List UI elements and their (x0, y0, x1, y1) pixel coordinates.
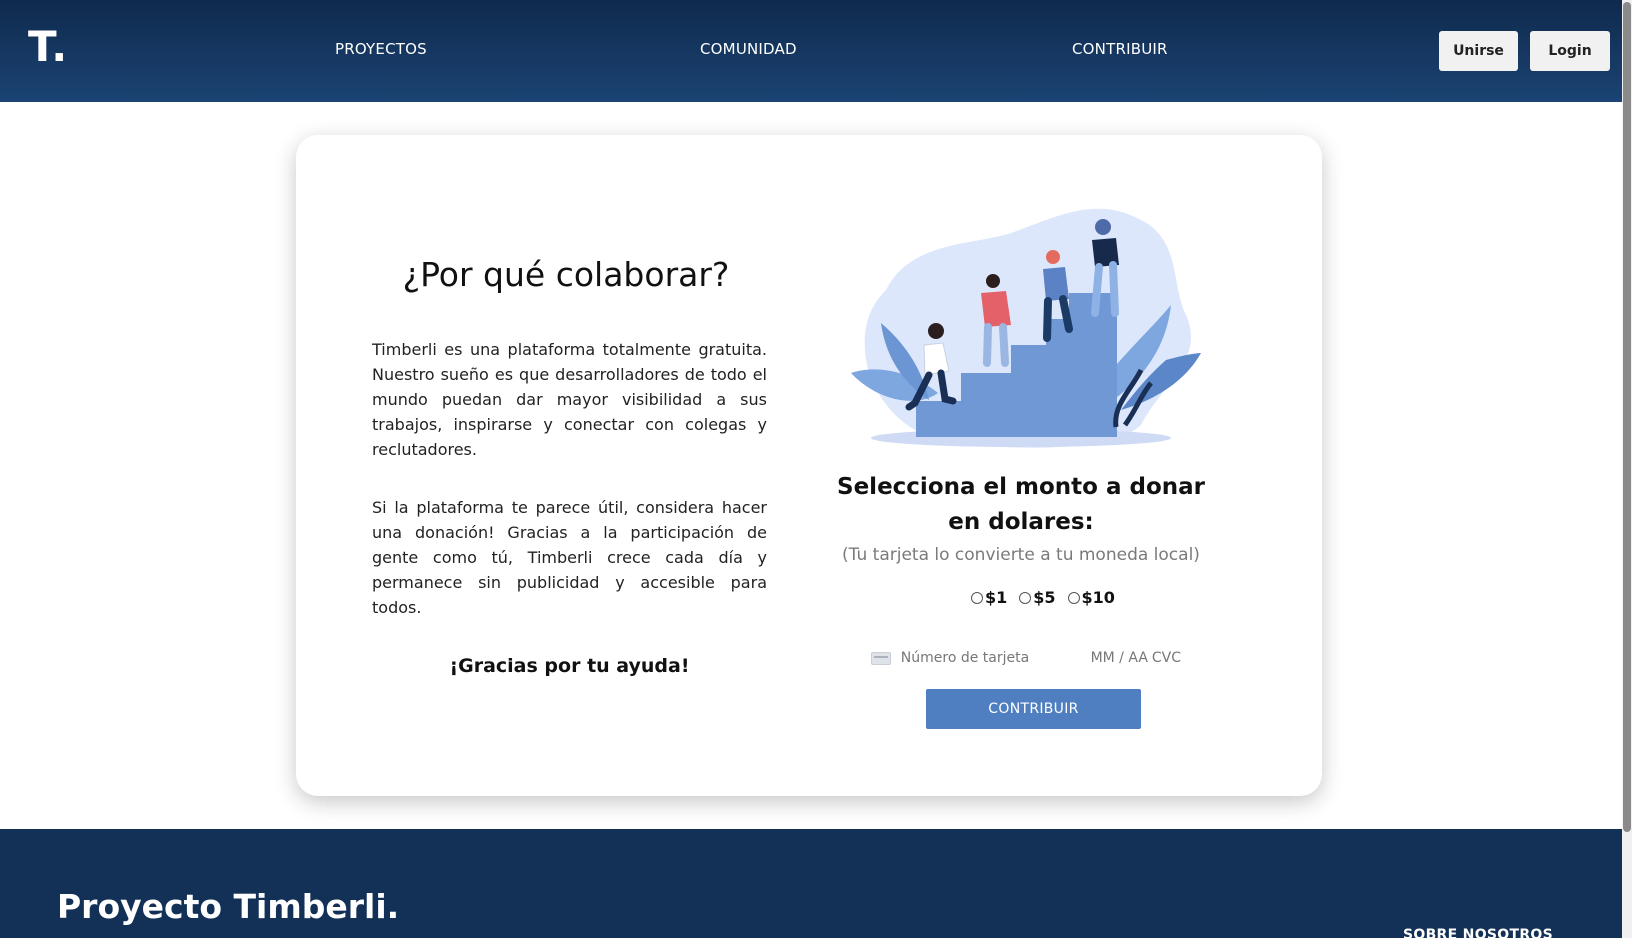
radio-icon[interactable] (971, 591, 983, 604)
logo[interactable]: T. (28, 22, 68, 71)
footer-title: Proyecto Timberli. (57, 887, 400, 926)
card-input-group: Número de tarjeta MM / AA CVC (871, 643, 1181, 673)
cvc-field[interactable]: CVC (1152, 650, 1181, 666)
join-button[interactable]: Unirse (1439, 31, 1518, 71)
radio-icon[interactable] (1067, 591, 1080, 604)
page-title: ¿Por qué colaborar? (402, 255, 730, 294)
contribute-button[interactable]: CONTRIBUIR (926, 689, 1141, 729)
currency-note: (Tu tarjeta lo convierte a tu moneda loc… (842, 545, 1200, 565)
radio-icon[interactable] (1019, 591, 1032, 604)
amount-label: $1 (985, 588, 1008, 607)
expiry-field[interactable]: MM / AA (1091, 650, 1152, 666)
site-header: T. PROYECTOS COMUNIDAD CONTRIBUIR Unirse… (0, 0, 1622, 102)
nav-proyectos[interactable]: PROYECTOS (335, 40, 427, 58)
amount-option-5[interactable]: $5 (1019, 588, 1056, 607)
site-footer: Proyecto Timberli. SOBRE NOSOTROS (0, 829, 1622, 938)
nav-comunidad[interactable]: COMUNIDAD (700, 40, 797, 58)
page-scrollbar[interactable] (1622, 0, 1632, 938)
credit-card-icon (871, 651, 891, 665)
amount-option-10[interactable]: $10 (1067, 588, 1115, 607)
scrollbar-thumb[interactable] (1623, 2, 1631, 832)
thanks-message: ¡Gracias por tu ayuda! (449, 655, 690, 677)
intro-paragraph: Timberli es una plataforma totalmente gr… (372, 340, 767, 459)
nav-contribuir[interactable]: CONTRIBUIR (1072, 40, 1168, 58)
amount-options: $1 $5 $10 (971, 588, 1115, 607)
footer-about-link[interactable]: SOBRE NOSOTROS (1403, 927, 1553, 938)
amount-option-1[interactable]: $1 (971, 588, 1007, 607)
donation-paragraph: Si la plataforma te parece útil, conside… (372, 498, 767, 617)
amount-label: $10 (1081, 588, 1115, 607)
amount-label: $5 (1033, 588, 1056, 607)
login-button[interactable]: Login (1530, 31, 1610, 71)
donation-title: Selecciona el monto a donar en dolares: (837, 474, 1205, 535)
card-number-field[interactable]: Número de tarjeta (901, 650, 1091, 666)
collaboration-illustration (851, 208, 1201, 448)
donation-card: ¿Por qué colaborar? Timberli es una plat… (296, 135, 1322, 796)
